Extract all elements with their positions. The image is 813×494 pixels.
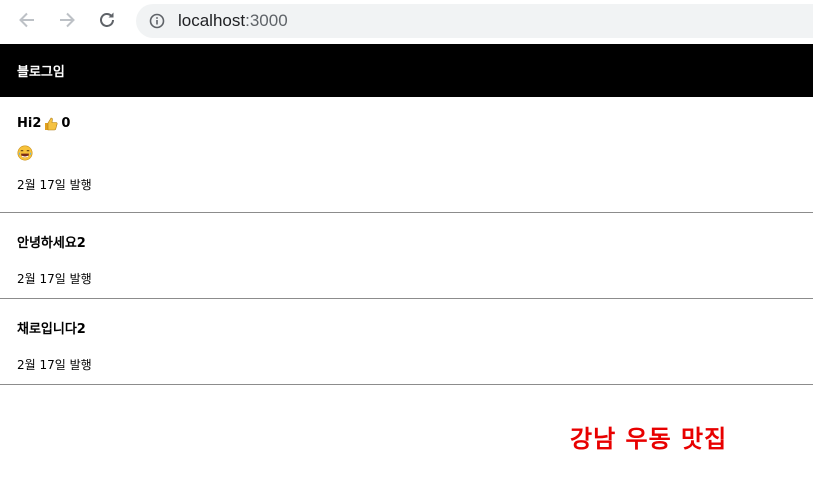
reload-button[interactable] bbox=[96, 9, 118, 31]
post-date: 2월 17일 발행 bbox=[17, 272, 92, 286]
post-title: 안녕하세요2 bbox=[17, 236, 86, 251]
list-item[interactable]: 채로입니다2 2월 17일 발행 bbox=[0, 299, 813, 385]
arrow-right-icon bbox=[57, 10, 77, 30]
post-date: 2월 17일 발행 bbox=[17, 178, 92, 192]
laughing-face-icon bbox=[17, 145, 33, 161]
list-item[interactable]: 안녕하세요2 2월 17일 발행 bbox=[0, 213, 813, 299]
top-nav: 블로그임 bbox=[0, 44, 813, 97]
like-count: 0 bbox=[61, 116, 71, 131]
promo-text: 강남 우동 맛집 bbox=[570, 425, 728, 453]
blog-title: 블로그임 bbox=[17, 65, 65, 80]
url-host: localhost bbox=[178, 11, 246, 30]
post-title-row: Hi2 0 bbox=[17, 97, 796, 131]
post-emoji bbox=[17, 145, 796, 163]
post-title: Hi2 bbox=[17, 116, 42, 131]
arrow-left-icon bbox=[17, 10, 37, 30]
thumbs-up-icon[interactable] bbox=[44, 117, 58, 131]
list-item[interactable]: Hi2 0 2월 17일 발행 bbox=[0, 97, 813, 213]
address-bar[interactable]: localhost:3000 bbox=[136, 4, 813, 38]
url-text: localhost:3000 bbox=[178, 11, 288, 31]
post-title: 채로입니다2 bbox=[17, 322, 86, 337]
url-port: :3000 bbox=[245, 11, 288, 30]
back-button[interactable] bbox=[16, 9, 38, 31]
browser-toolbar: localhost:3000 bbox=[0, 0, 813, 44]
reload-icon bbox=[97, 10, 117, 30]
info-icon[interactable] bbox=[149, 13, 165, 29]
post-date: 2월 17일 발행 bbox=[17, 358, 92, 372]
forward-button[interactable] bbox=[56, 9, 78, 31]
